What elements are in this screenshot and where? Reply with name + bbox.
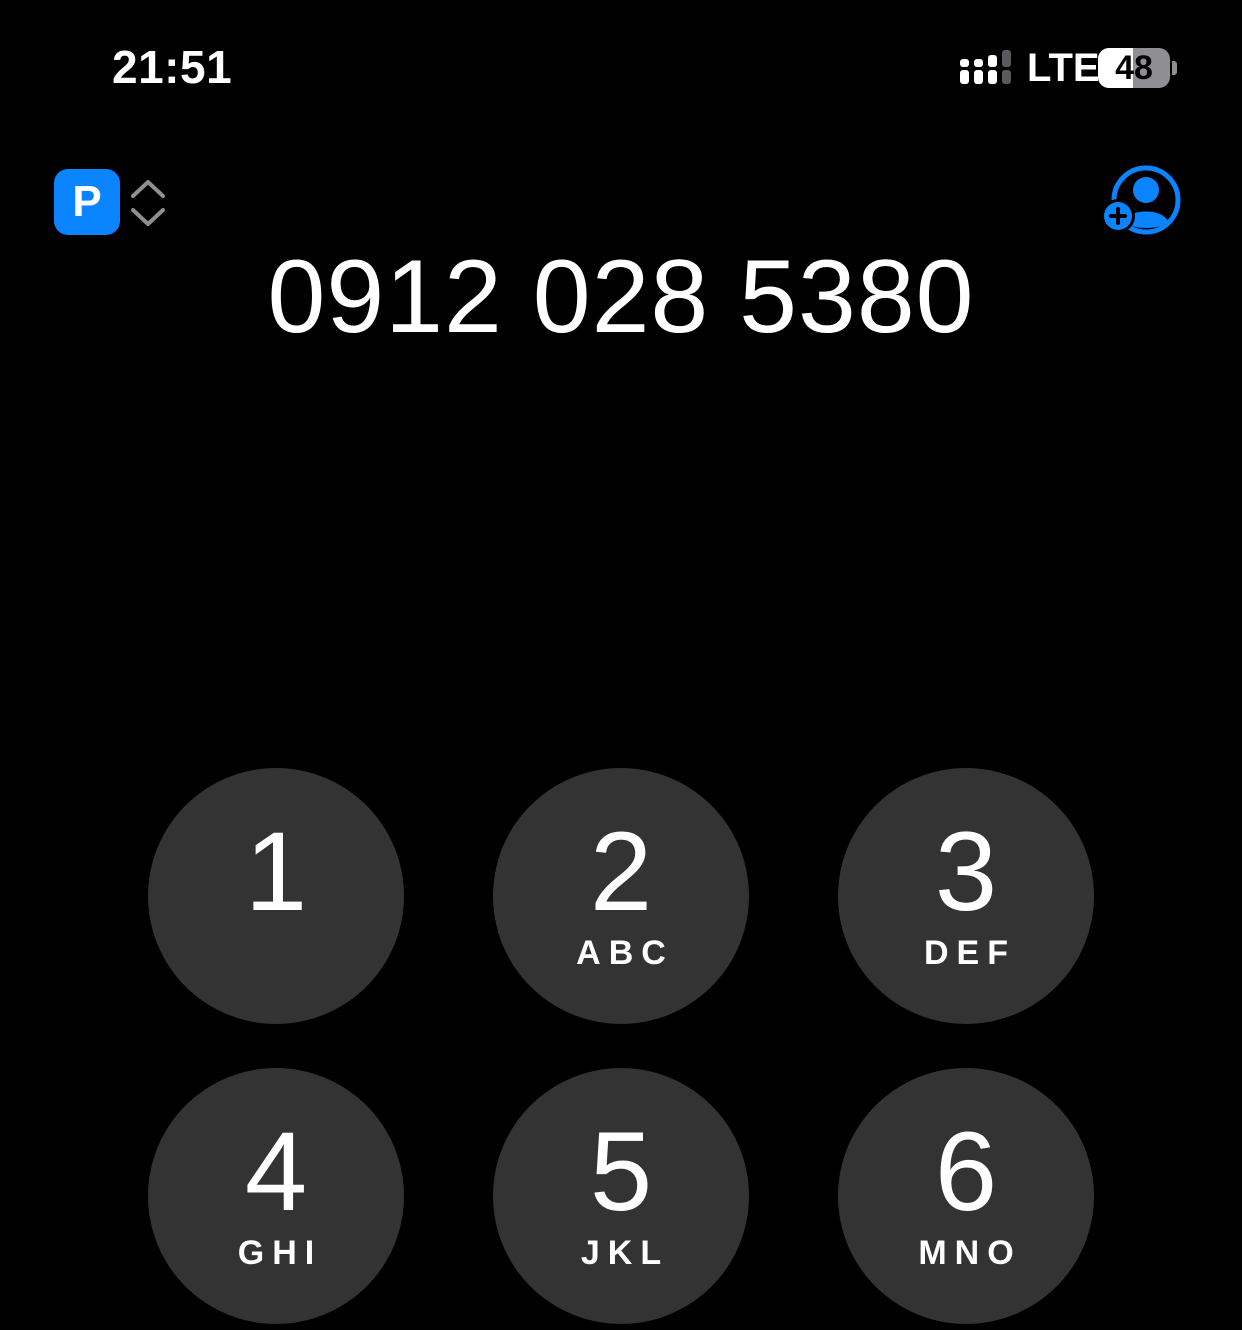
status-time: 21:51 [112,41,233,93]
network-type: LTE [1027,46,1100,90]
signal-bars-icon [960,50,1011,84]
line-selector-badge[interactable]: P [54,169,120,235]
key-letters: MNO [918,1234,1022,1272]
key-4[interactable]: 4 GHI [148,1068,404,1324]
key-digit: 3 [934,809,998,934]
key-digit: 6 [934,1109,998,1234]
key-6[interactable]: 6 MNO [838,1068,1094,1324]
battery-nub [1172,61,1177,75]
key-digit: 5 [589,1109,653,1234]
key-2[interactable]: 2 ABC [493,768,749,1024]
key-letters: JKL [580,1234,670,1272]
key-digit: 1 [244,809,308,934]
chevron-up-down-icon[interactable] [128,176,168,230]
battery-icon: 48 [1098,48,1170,88]
key-3[interactable]: 3 DEF [838,768,1094,1024]
key-5[interactable]: 5 JKL [493,1068,749,1324]
key-digit: 2 [589,809,653,934]
key-letters: DEF [924,934,1016,972]
key-letters: GHI [237,1234,323,1272]
dialed-number: 0912 028 5380 [267,239,975,355]
key-letters: ABC [576,934,674,972]
key-digit: 4 [244,1109,308,1234]
battery-percent: 48 [1115,49,1153,87]
add-contact-icon[interactable] [1100,164,1184,236]
key-1[interactable]: 1 [148,768,404,1024]
